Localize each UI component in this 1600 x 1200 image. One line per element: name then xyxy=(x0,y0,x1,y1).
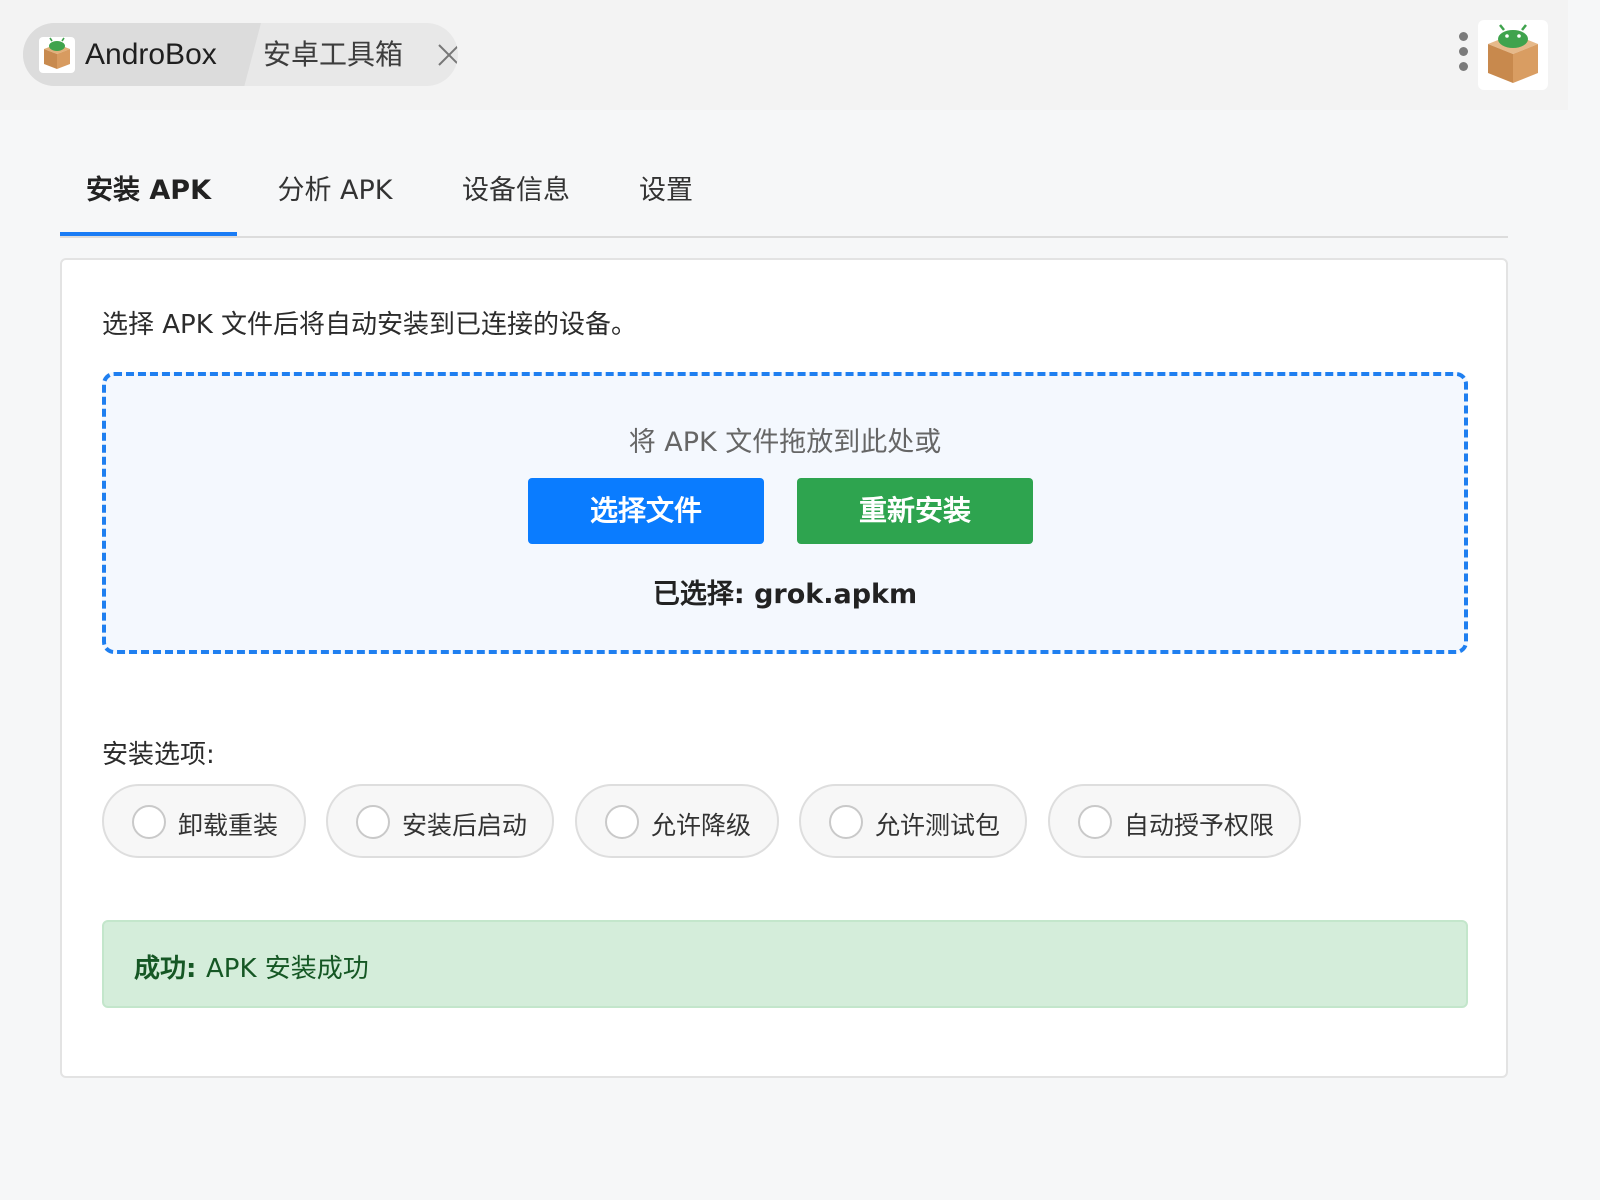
window-tab[interactable]: AndroBox 安卓工具箱 xyxy=(23,23,458,86)
tab-settings[interactable]: 设置 xyxy=(626,172,706,236)
install-intro-text: 选择 APK 文件后将自动安装到已连接的设备。 xyxy=(102,310,638,340)
tab-label: 设备信息 xyxy=(462,175,570,206)
option-uninstall-reinstall[interactable]: 卸载重装 xyxy=(102,784,306,858)
option-allow-downgrade[interactable]: 允许降级 xyxy=(575,784,779,858)
main-tabs: 安装 APK 分析 APK 设备信息 设置 xyxy=(60,160,1508,238)
tab-analyze-apk[interactable]: 分析 APK xyxy=(260,172,410,236)
tab-label: 设置 xyxy=(639,175,693,206)
reinstall-button[interactable]: 重新安装 xyxy=(797,478,1033,544)
option-launch-after-install[interactable]: 安装后启动 xyxy=(326,784,554,858)
option-radio[interactable] xyxy=(356,805,390,839)
option-label: 允许降级 xyxy=(651,811,752,840)
option-radio[interactable] xyxy=(829,805,863,839)
kebab-menu-icon[interactable] xyxy=(1452,32,1474,78)
option-radio[interactable] xyxy=(132,805,166,839)
selected-file-label: 已选择: grok.apkm xyxy=(652,579,918,610)
success-alert: 成功: APK 安装成功 xyxy=(102,920,1468,1008)
package-icon xyxy=(39,37,75,73)
option-radio[interactable] xyxy=(1078,805,1112,839)
option-auto-grant-permissions[interactable]: 自动授予权限 xyxy=(1048,784,1301,858)
option-radio[interactable] xyxy=(605,805,639,839)
drop-hint: 将 APK 文件拖放到此处或 xyxy=(628,427,942,458)
install-options-label: 安装选项: xyxy=(102,740,215,770)
option-allow-test-package[interactable]: 允许测试包 xyxy=(799,784,1027,858)
app-logo xyxy=(1478,20,1548,90)
window-subtitle: 安卓工具箱 xyxy=(263,38,404,71)
alert-message: APK 安装成功 xyxy=(206,954,369,984)
app-name: AndroBox xyxy=(85,38,217,71)
active-tab-indicator xyxy=(60,232,237,236)
tab-label: 安装 APK xyxy=(85,175,211,206)
close-icon[interactable] xyxy=(435,41,458,69)
option-label: 允许测试包 xyxy=(875,811,1001,840)
package-icon xyxy=(1488,24,1538,83)
option-label: 安装后启动 xyxy=(402,811,528,840)
tab-install-apk[interactable]: 安装 APK xyxy=(60,172,237,236)
option-label: 卸载重装 xyxy=(178,811,279,840)
tab-label: 分析 APK xyxy=(277,175,393,206)
alert-status: 成功: xyxy=(134,954,197,984)
apk-drop-zone[interactable]: 将 APK 文件拖放到此处或 选择文件 重新安装 已选择: grok.apkm xyxy=(102,372,1468,654)
title-bar: AndroBox 安卓工具箱 xyxy=(0,0,1568,110)
choose-file-button[interactable]: 选择文件 xyxy=(528,478,764,544)
tab-device-info[interactable]: 设备信息 xyxy=(448,172,584,236)
install-panel: 选择 APK 文件后将自动安装到已连接的设备。 将 APK 文件拖放到此处或 选… xyxy=(60,258,1508,1078)
option-label: 自动授予权限 xyxy=(1124,811,1275,840)
